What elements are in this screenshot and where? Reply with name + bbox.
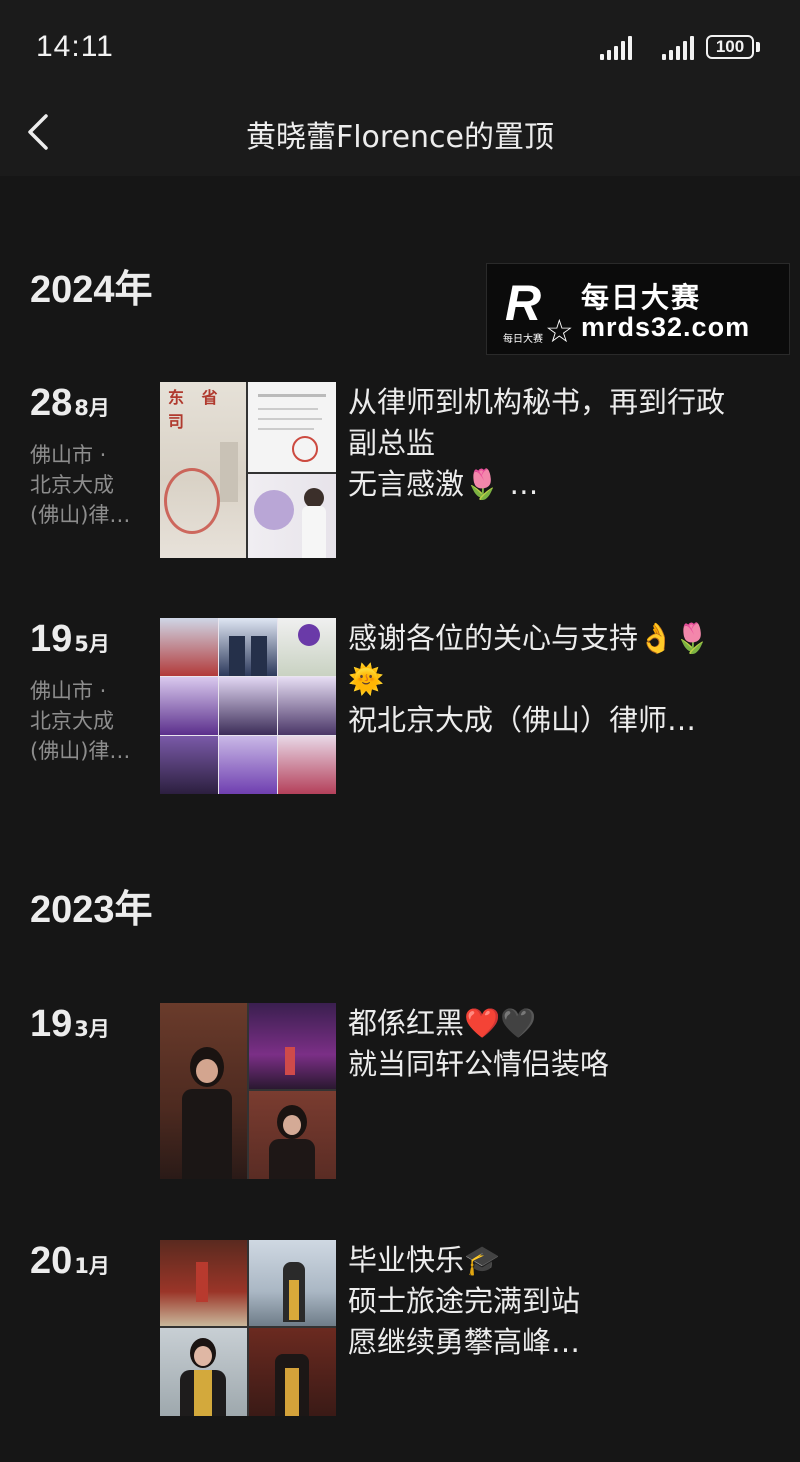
ceremony-photo-2 xyxy=(249,1328,336,1416)
watermark-logo-letter: R xyxy=(505,275,542,331)
location-line: (佛山)律… xyxy=(30,503,131,527)
post-entry[interactable]: 288月 佛山市 · 北京大成 (佛山)律… 东 省 司 从律师到机构秘书，再到… xyxy=(0,382,800,562)
post-text: 都係红黑❤️🖤 就当同轩公情侣装咯 xyxy=(348,1003,778,1085)
post-text-line: 毕业快乐🎓 xyxy=(348,1243,501,1277)
post-thumbnail[interactable] xyxy=(160,618,336,794)
post-entry[interactable]: 195月 佛山市 · 北京大成 (佛山)律… 感谢各位的关心与支持👌🌷 🌞 祝北… xyxy=(0,618,800,798)
post-date: 193月 xyxy=(30,1003,110,1046)
post-date: 288月 xyxy=(30,382,110,425)
portrait-photo-2 xyxy=(249,1091,336,1179)
grid-photo xyxy=(160,618,218,676)
stage-photo xyxy=(249,1003,336,1089)
nav-bar: 黄晓蕾Florence的置顶 xyxy=(0,92,800,176)
ceremony-photo xyxy=(160,1240,247,1326)
certificate-photo xyxy=(248,382,336,472)
post-day: 20 xyxy=(30,1240,73,1282)
post-month: 8月 xyxy=(74,396,110,420)
post-month: 3月 xyxy=(74,1017,110,1041)
portrait-photo xyxy=(160,1003,247,1179)
post-day: 19 xyxy=(30,618,73,660)
post-thumbnail[interactable] xyxy=(160,1240,336,1416)
grid-photo xyxy=(219,618,277,676)
post-entry[interactable]: 193月 都係红黑❤️🖤 就当同轩公情侣装咯 xyxy=(0,1003,800,1183)
grid-photo xyxy=(278,618,336,676)
watermark-url: mrds32.com xyxy=(581,312,751,342)
speech-photo xyxy=(248,474,336,558)
post-thumbnail[interactable]: 东 省 司 xyxy=(160,382,336,558)
location-line: 佛山市 · xyxy=(30,443,107,467)
post-text-line: 从律师到机构秘书，再到行政 xyxy=(348,385,726,419)
status-time: 14:11 xyxy=(36,30,114,63)
location-line: 北京大成 xyxy=(30,473,114,497)
post-thumbnail[interactable] xyxy=(160,1003,336,1179)
location-line: (佛山)律… xyxy=(30,739,131,763)
grid-photo xyxy=(219,736,277,794)
post-text: 毕业快乐🎓 硕士旅途完满到站 愿继续勇攀高峰… xyxy=(348,1240,778,1363)
post-text-line: 愿继续勇攀高峰… xyxy=(348,1325,581,1359)
post-text-line: 无言感激🌷 … xyxy=(348,467,539,501)
post-text-line: 都係红黑❤️🖤 xyxy=(348,1006,537,1040)
post-text: 感谢各位的关心与支持👌🌷 🌞 祝北京大成（佛山）律师… xyxy=(348,618,778,741)
post-text-line: 副总监 xyxy=(348,426,436,460)
post-day: 19 xyxy=(30,1003,73,1045)
graduate-photo xyxy=(160,1328,247,1416)
status-bar: 14:11 100 xyxy=(0,0,800,92)
location-line: 北京大成 xyxy=(30,709,114,733)
post-month: 5月 xyxy=(74,632,110,656)
grid-photo xyxy=(160,677,218,735)
post-text: 从律师到机构秘书，再到行政 副总监 无言感激🌷 … xyxy=(348,382,778,505)
post-date: 201月 xyxy=(30,1240,110,1283)
post-text-line: 感谢各位的关心与支持👌🌷 xyxy=(348,621,711,655)
watermark-title: 每日大赛 xyxy=(581,281,702,314)
year-header-2023: 2023年 xyxy=(30,889,153,931)
year-header-2024: 2024年 xyxy=(30,269,153,311)
grid-photo xyxy=(160,736,218,794)
post-month: 1月 xyxy=(74,1254,110,1278)
post-location: 佛山市 · 北京大成 (佛山)律… xyxy=(30,676,148,766)
grid-photo xyxy=(278,677,336,735)
post-text-line: 就当同轩公情侣装咯 xyxy=(348,1047,610,1081)
post-text-line: 祝北京大成（佛山）律师… xyxy=(348,703,697,737)
post-date: 195月 xyxy=(30,618,110,661)
watermark-logo: R 每日大赛 ☆ xyxy=(501,274,574,350)
signal-icon-2 xyxy=(662,36,694,60)
battery-icon: 100 xyxy=(706,35,754,59)
star-icon: ☆ xyxy=(545,312,574,350)
post-text-line: 🌞 xyxy=(348,662,385,696)
watermark-logo-small: 每日大赛 xyxy=(503,334,543,345)
signal-icon-1 xyxy=(600,36,632,60)
page-title: 黄晓蕾Florence的置顶 xyxy=(245,120,555,155)
watermark-banner: R 每日大赛 ☆ 每日大赛 mrds32.com xyxy=(486,263,790,355)
post-location: 佛山市 · 北京大成 (佛山)律… xyxy=(30,440,148,530)
snow-photo xyxy=(249,1240,336,1326)
post-entry[interactable]: 201月 毕业快乐🎓 硕士旅途完满到站 愿继续勇攀高峰… xyxy=(0,1240,800,1420)
post-day: 28 xyxy=(30,382,73,424)
battery-level: 100 xyxy=(715,37,745,56)
grid-photo xyxy=(219,677,277,735)
grid-photo xyxy=(278,736,336,794)
document-photo: 东 省 司 xyxy=(160,382,246,558)
post-text-line: 硕士旅途完满到站 xyxy=(348,1284,581,1318)
battery-tip xyxy=(756,42,760,52)
location-line: 佛山市 · xyxy=(30,679,107,703)
